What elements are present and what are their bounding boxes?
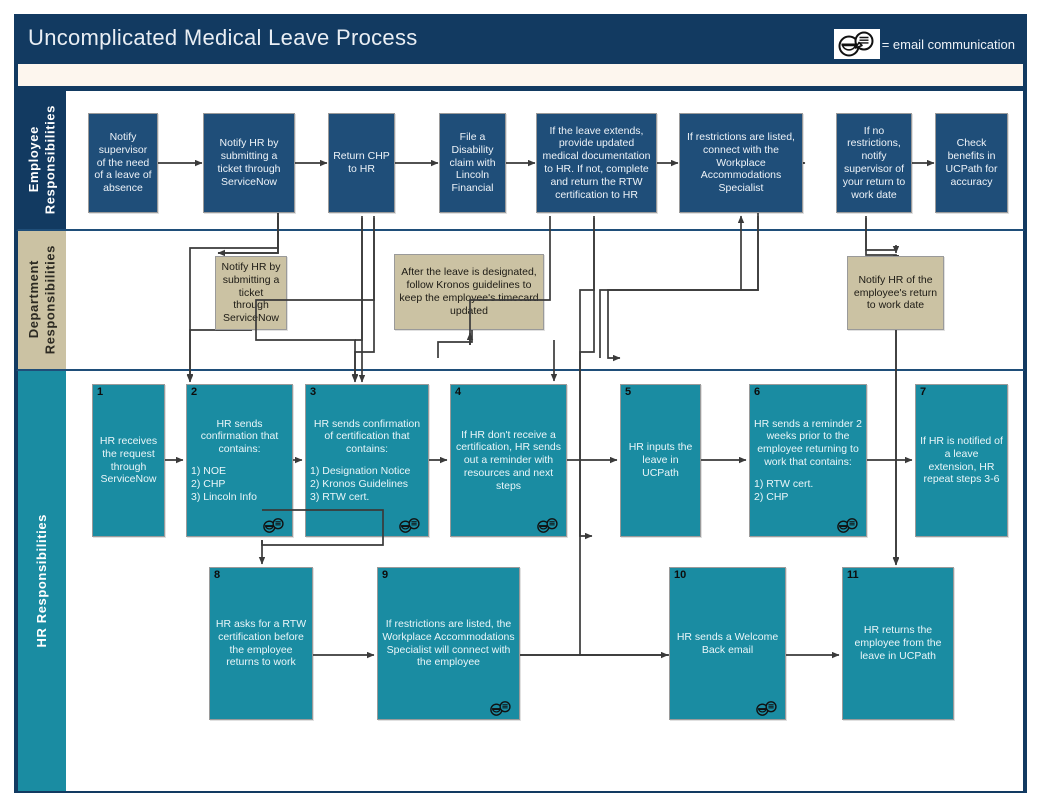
hr-step-4-number: 4 <box>455 386 462 398</box>
lane-label-department-text: Department Responsibilities <box>25 245 57 355</box>
hr-step-11[interactable]: 11 HR returns the employee from the leav… <box>842 567 954 720</box>
employee-step-4-text: File a Disability claim with Lincoln Fin… <box>449 131 496 195</box>
employee-step-6[interactable]: If restrictions are listed, connect with… <box>679 113 803 213</box>
department-step-2-text: After the leave is designated, follow Kr… <box>399 266 539 317</box>
hr-step-7-number: 7 <box>920 386 927 398</box>
hr-step-1-text: HR receives the request through ServiceN… <box>99 434 158 486</box>
page-title: Uncomplicated Medical Leave Process <box>28 25 418 50</box>
hr-step-4-text: If HR don't receive a certification, HR … <box>455 428 562 492</box>
subtitle-bar <box>16 64 1025 86</box>
employee-step-8[interactable]: Check benefits in UCPath for accuracy <box>935 113 1008 213</box>
email-communication-icon <box>488 701 514 716</box>
hr-step-7[interactable]: 7 If HR is notified of a leave extension… <box>915 384 1008 537</box>
hr-step-3[interactable]: 3 HR sends confirmation of certification… <box>305 384 429 537</box>
email-communication-icon <box>397 518 423 533</box>
lane-label-department: Department Responsibilities <box>18 231 66 369</box>
hr-step-4[interactable]: 4 If HR don't receive a certification, H… <box>450 384 567 537</box>
employee-step-3-text: Return CHP to HR <box>333 150 390 175</box>
hr-step-6-number: 6 <box>754 386 761 398</box>
department-step-2[interactable]: After the leave is designated, follow Kr… <box>394 254 544 330</box>
lane-label-employee: Employee Responsibilities <box>18 91 66 229</box>
hr-step-9-number: 9 <box>382 569 389 581</box>
hr-step-6-list: 1) RTW cert. 2) CHP <box>754 477 814 503</box>
hr-step-8-text: HR asks for a RTW certification before t… <box>215 617 307 669</box>
hr-step-1[interactable]: 1 HR receives the request through Servic… <box>92 384 165 537</box>
hr-step-6[interactable]: 6 HR sends a reminder 2 weeks prior to t… <box>749 384 867 537</box>
lane-label-employee-text: Employee Responsibilities <box>25 105 57 215</box>
hr-step-5-number: 5 <box>625 386 632 398</box>
employee-step-1-text: Notify supervisor of the need of a leave… <box>94 131 152 195</box>
employee-step-2[interactable]: Notify HR by submitting a ticket through… <box>203 113 295 213</box>
hr-step-8-number: 8 <box>214 569 221 581</box>
employee-step-5-text: If the leave extends, provide updated me… <box>542 124 651 201</box>
employee-step-7-text: If no restrictions, notify supervisor of… <box>842 124 906 201</box>
lane-label-hr-text: HR Responsibilities <box>33 514 49 648</box>
hr-step-1-number: 1 <box>97 386 104 398</box>
hr-step-3-text: HR sends confirmation of certification t… <box>313 417 421 456</box>
flowchart-page: Uncomplicated Medical Leave Process = em… <box>0 0 1043 807</box>
legend: = email communication <box>833 29 1015 59</box>
hr-step-11-number: 11 <box>847 569 859 581</box>
department-step-1-text: Notify HR by submitting a ticket through… <box>221 261 281 325</box>
department-step-1[interactable]: Notify HR by submitting a ticket through… <box>215 256 287 330</box>
hr-step-8[interactable]: 8 HR asks for a RTW certification before… <box>209 567 313 720</box>
hr-step-2-list: 1) NOE 2) CHP 3) Lincoln Info <box>191 465 257 503</box>
hr-step-7-text: If HR is notified of a leave extension, … <box>920 434 1003 486</box>
legend-label: = email communication <box>881 36 1015 52</box>
lane-label-hr: HR Responsibilities <box>18 371 66 791</box>
hr-step-2[interactable]: 2 HR sends confirmation that contains: 1… <box>186 384 293 537</box>
hr-step-10-number: 10 <box>674 569 687 581</box>
email-communication-icon <box>535 518 561 533</box>
hr-step-5[interactable]: 5 HR inputs the leave in UCPath <box>620 384 701 537</box>
hr-step-11-text: HR returns the employee from the leave i… <box>854 624 942 662</box>
employee-step-8-text: Check benefits in UCPath for accuracy <box>945 137 998 188</box>
hr-step-5-text: HR inputs the leave in UCPath <box>628 441 693 479</box>
employee-step-7[interactable]: If no restrictions, notify supervisor of… <box>836 113 912 213</box>
hr-step-10-text: HR sends a Welcome Back email <box>676 630 779 656</box>
hr-step-6-text: HR sends a reminder 2 weeks prior to the… <box>754 417 862 468</box>
hr-step-10[interactable]: 10 HR sends a Welcome Back email <box>669 567 786 720</box>
title-bar: Uncomplicated Medical Leave Process = em… <box>16 16 1025 64</box>
hr-step-2-number: 2 <box>191 386 198 398</box>
hr-step-9-text: If restrictions are listed, the Workplac… <box>382 617 515 669</box>
employee-step-2-text: Notify HR by submitting a ticket through… <box>217 137 281 188</box>
email-communication-icon <box>754 701 780 716</box>
employee-step-6-text: If restrictions are listed, connect with… <box>687 131 795 195</box>
email-communication-icon <box>835 518 861 533</box>
employee-step-3[interactable]: Return CHP to HR <box>328 113 395 213</box>
employee-step-5[interactable]: If the leave extends, provide updated me… <box>536 113 657 213</box>
hr-step-2-text: HR sends confirmation that contains: <box>200 417 279 456</box>
email-communication-icon <box>261 518 287 533</box>
hr-step-9[interactable]: 9 If restrictions are listed, the Workpl… <box>377 567 520 720</box>
employee-step-1[interactable]: Notify supervisor of the need of a leave… <box>88 113 158 213</box>
employee-step-4[interactable]: File a Disability claim with Lincoln Fin… <box>439 113 506 213</box>
email-communication-icon <box>833 29 880 59</box>
hr-step-3-number: 3 <box>310 386 317 398</box>
hr-step-3-list: 1) Designation Notice 2) Kronos Guideline… <box>310 465 411 503</box>
department-step-3-text: Notify HR of the employee's return to wo… <box>853 273 938 312</box>
department-step-3[interactable]: Notify HR of the employee's return to wo… <box>847 256 944 330</box>
